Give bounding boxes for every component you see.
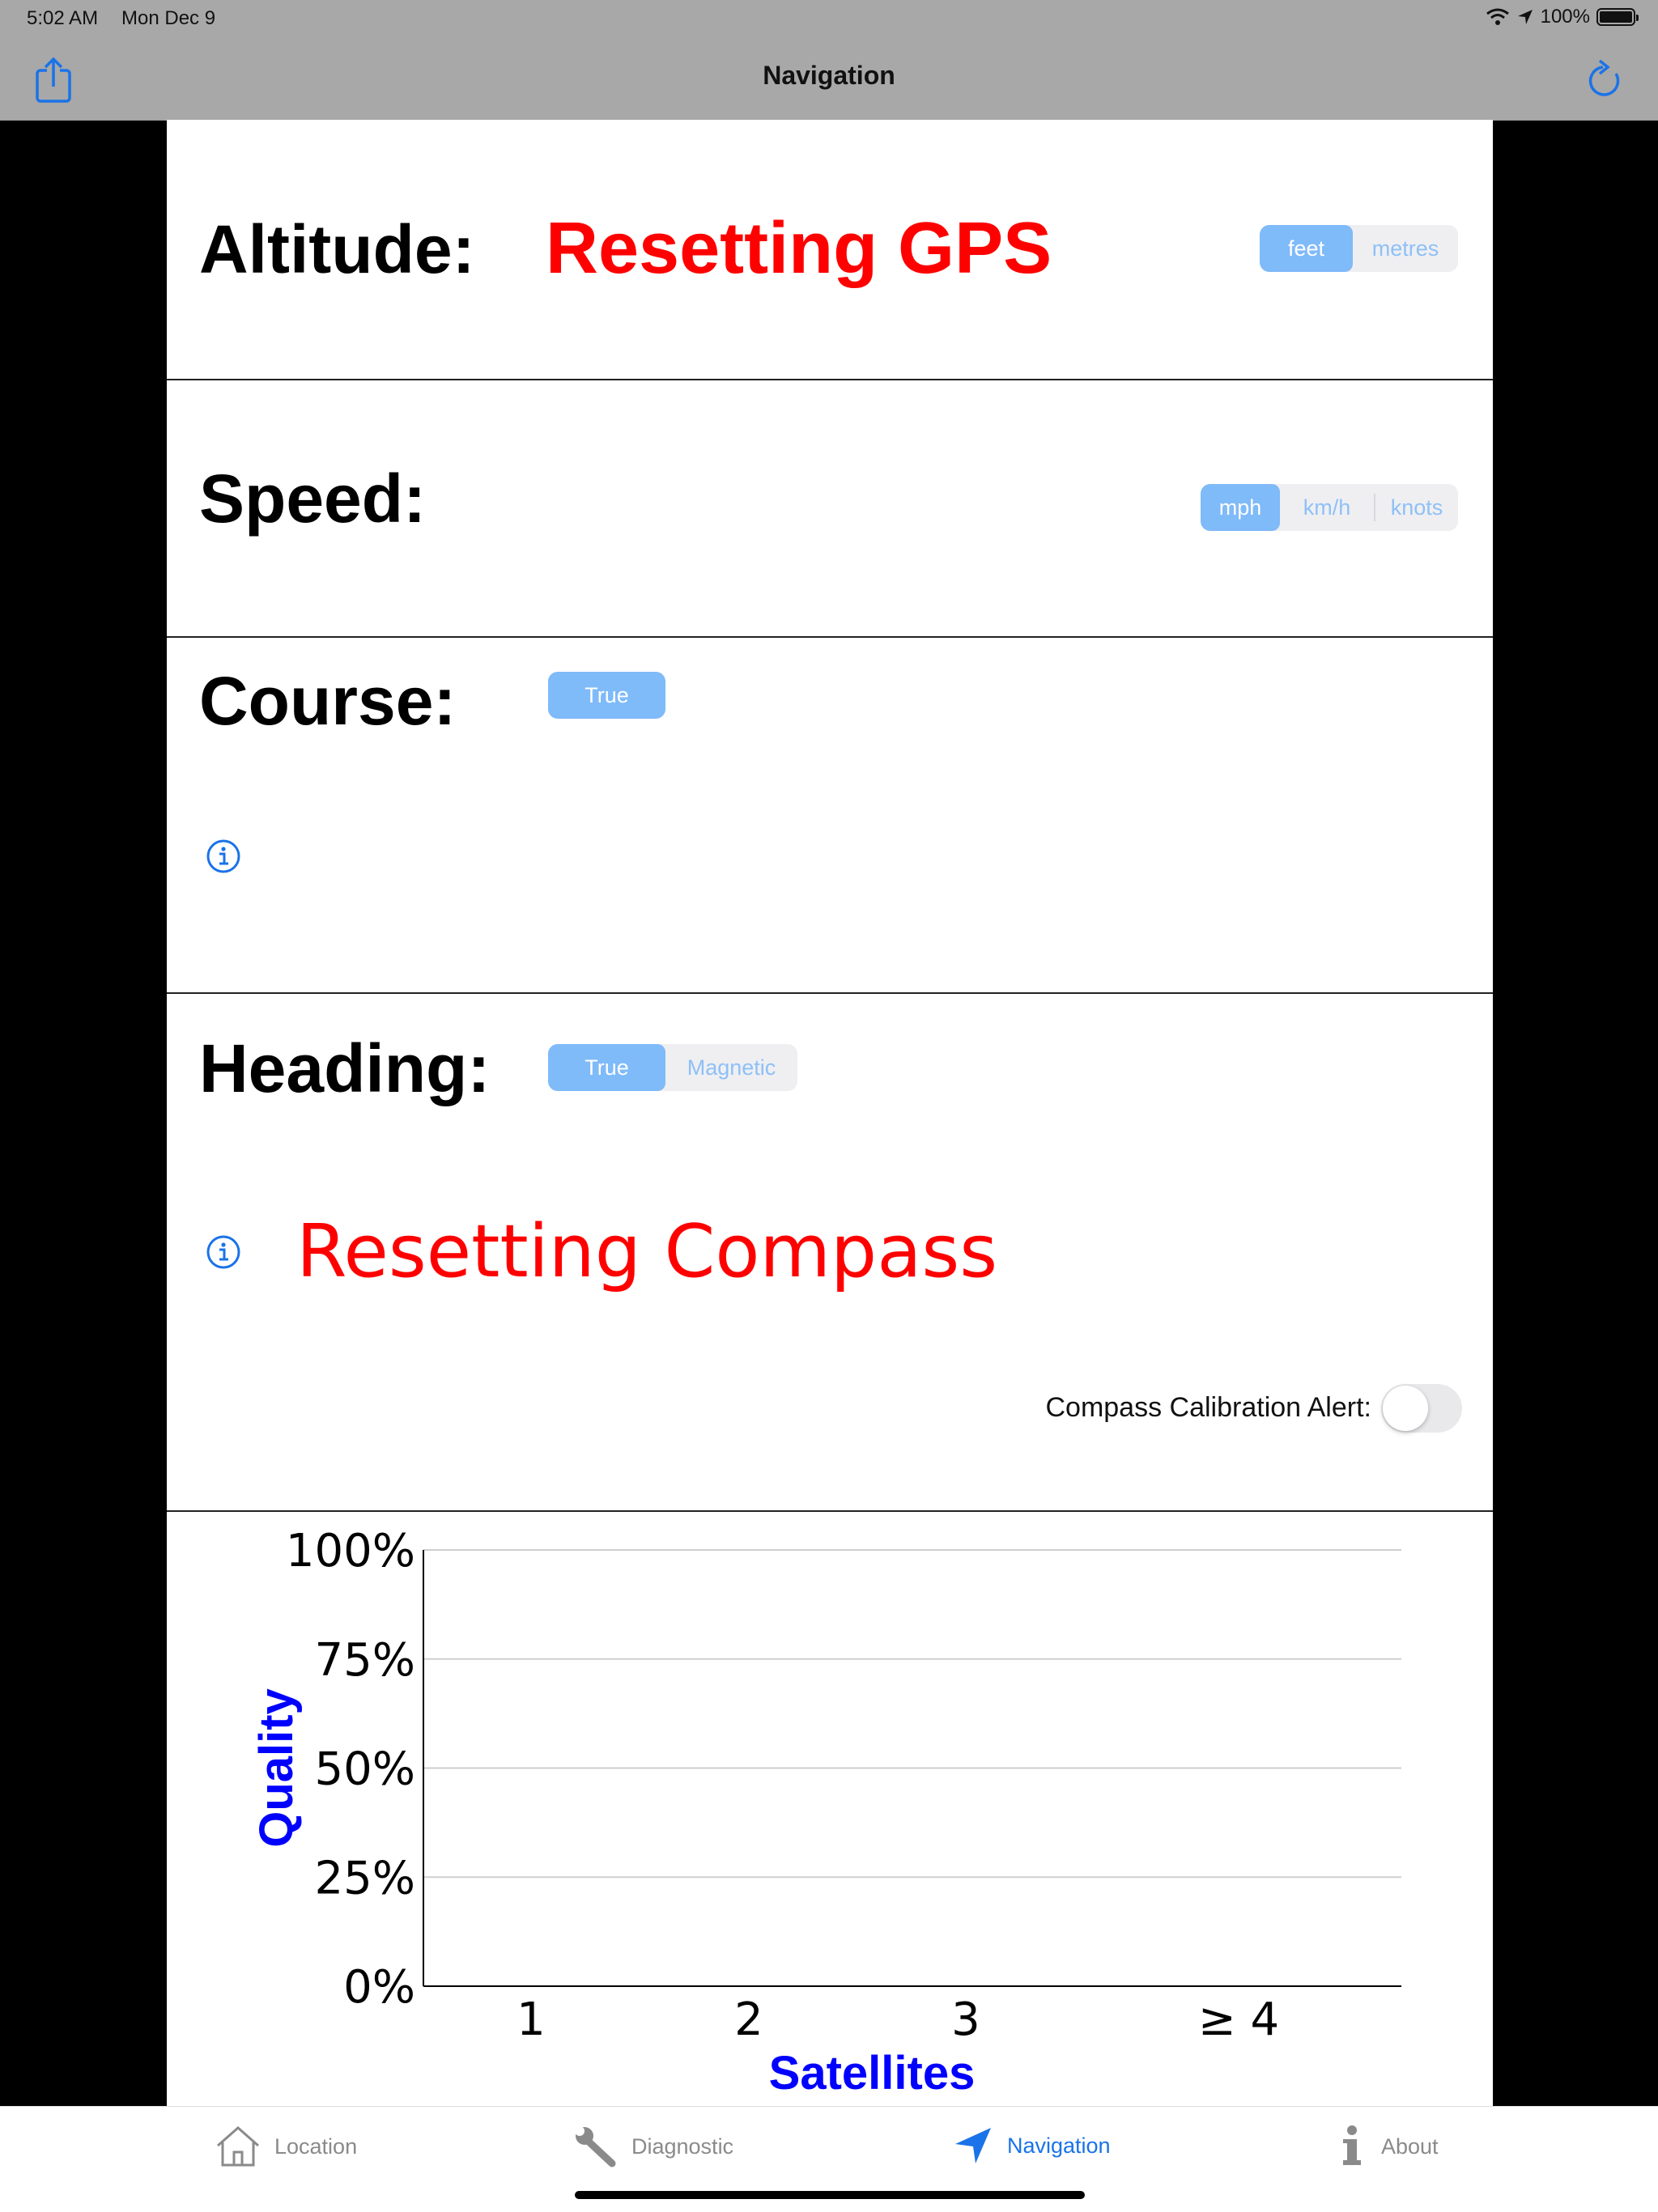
home-indicator [575, 2191, 1085, 2199]
status-right: 100% [1486, 6, 1639, 28]
x-tick-label: 1 [517, 1993, 546, 2046]
speed-unit-mph[interactable]: mph [1201, 484, 1280, 531]
altitude-section: Altitude: Resetting GPS feet metres [167, 120, 1493, 380]
altitude-unit-feet[interactable]: feet [1260, 225, 1353, 272]
heading-label: Heading: [199, 1030, 491, 1106]
speed-unit-knots[interactable]: knots [1375, 484, 1458, 531]
tab-diagnostic-label: Diagnostic [631, 2133, 734, 2159]
page-title: Navigation [763, 61, 895, 90]
status-bar: 5:02 AM Mon Dec 9 100% [0, 0, 1658, 38]
tab-location-label: Location [274, 2133, 358, 2159]
location-services-icon [1517, 10, 1533, 24]
info-i-icon [1343, 2125, 1361, 2165]
course-reference-selector: True [548, 672, 665, 719]
altitude-value: Resetting GPS [546, 208, 1052, 289]
y-tick-label: 0% [343, 1961, 415, 2014]
status-time: 5:02 AM [27, 7, 99, 29]
calibration-alert-toggle[interactable] [1381, 1384, 1462, 1433]
y-tick-label: 25% [315, 1852, 415, 1904]
tab-bar: Location Diagnostic Navigation About [0, 2106, 1658, 2212]
calibration-alert-label: Compass Calibration Alert: [1045, 1392, 1371, 1423]
course-section: Course: True [167, 636, 1493, 994]
altitude-unit-metres[interactable]: metres [1353, 225, 1458, 272]
refresh-icon[interactable] [1584, 57, 1626, 103]
tab-location[interactable]: Location [215, 2125, 357, 2168]
heading-section: Heading: True Magnetic Resetting Compass… [167, 992, 1493, 1512]
status-date: Mon Dec 9 [121, 7, 216, 29]
course-reference-true[interactable]: True [548, 672, 665, 719]
x-axis-label: Satellites [769, 2047, 976, 2099]
tab-navigation-label: Navigation [1007, 2133, 1111, 2158]
satellite-quality-chart: 0% 25% 50% 75% 100% 1 2 3 ≥ 4 Satellites Quality [250, 1525, 1401, 2099]
navigation-bar: Navigation [0, 38, 1658, 121]
speed-label: Speed: [199, 461, 427, 537]
heading-value: Resetting Compass [296, 1209, 998, 1294]
y-tick-label: 75% [315, 1634, 415, 1687]
tab-diagnostic[interactable]: Diagnostic [572, 2125, 733, 2168]
heading-reference-magnetic[interactable]: Magnetic [665, 1044, 797, 1091]
heading-reference-true[interactable]: True [548, 1044, 665, 1091]
battery-percent: 100% [1540, 6, 1590, 28]
toggle-knob [1383, 1386, 1428, 1431]
altitude-label: Altitude: [199, 211, 475, 287]
tab-about-label: About [1381, 2133, 1439, 2159]
tab-navigation[interactable]: Navigation [952, 2125, 1111, 2167]
heading-reference-selector: True Magnetic [548, 1044, 797, 1091]
speed-unit-kmh[interactable]: km/h [1280, 484, 1374, 531]
x-tick-label: ≥ 4 [1198, 1993, 1279, 2046]
y-tick-label: 100% [286, 1525, 415, 1577]
heading-info-icon[interactable] [206, 1234, 241, 1270]
course-label: Course: [199, 663, 457, 739]
wifi-icon [1486, 8, 1509, 25]
x-tick-label: 2 [734, 1993, 763, 2046]
y-axis-label: Quality [250, 1688, 303, 1848]
tab-about[interactable]: About [1336, 2125, 1439, 2168]
location-arrow-icon [955, 2128, 991, 2163]
altitude-unit-selector: feet metres [1260, 225, 1458, 272]
y-tick-label: 50% [315, 1743, 415, 1796]
course-info-icon[interactable] [206, 839, 241, 874]
x-tick-label: 3 [951, 1993, 980, 2046]
main-content: Altitude: Resetting GPS feet metres Spee… [167, 120, 1493, 2106]
battery-icon [1596, 8, 1639, 26]
speed-section: Speed: mph km/h knots [167, 379, 1493, 638]
speed-unit-selector: mph km/h knots [1201, 484, 1458, 531]
house-icon [217, 2126, 259, 2167]
wrench-icon [575, 2126, 616, 2167]
